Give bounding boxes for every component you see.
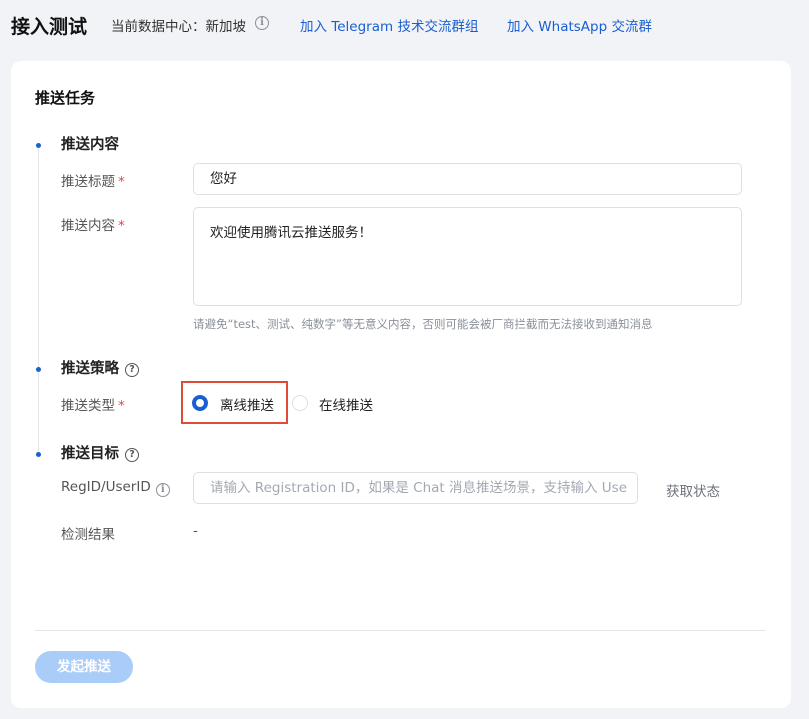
push-content-label-text: 推送内容 bbox=[61, 218, 115, 234]
result-value: - bbox=[193, 523, 198, 539]
section-title-target-text: 推送目标 bbox=[61, 446, 119, 462]
content-hint: 请避免“test、测试、纯数字”等无意义内容，否则可能会被厂商拦截而无法接收到通… bbox=[193, 317, 653, 331]
push-type-label-text: 推送类型 bbox=[61, 398, 115, 414]
section-title-strategy: 推送策略? bbox=[61, 357, 139, 378]
get-status-button[interactable]: 获取状态 bbox=[666, 480, 720, 500]
timeline-dot bbox=[36, 452, 41, 457]
radio-label-offline[interactable]: 离线推送 bbox=[220, 394, 274, 414]
info-icon[interactable]: i bbox=[255, 16, 269, 30]
required-mark: * bbox=[118, 174, 125, 190]
regid-label-text: RegID/UserID bbox=[61, 479, 151, 495]
card-title: 推送任务 bbox=[35, 89, 96, 107]
header: 接入测试 当前数据中心：新加坡 i 加入 Telegram 技术交流群组 加入 … bbox=[0, 0, 809, 50]
help-icon[interactable]: ? bbox=[125, 363, 139, 377]
push-content-textarea[interactable]: 欢迎使用腾讯云推送服务！ bbox=[193, 207, 742, 306]
regid-label: RegID/UserID i bbox=[61, 479, 170, 497]
help-icon[interactable]: ? bbox=[125, 448, 139, 462]
regid-input[interactable]: 请输入 Registration ID，如果是 Chat 消息推送场景，支持输入… bbox=[193, 472, 638, 504]
info-icon[interactable]: i bbox=[155, 483, 170, 497]
whatsapp-link[interactable]: 加入 WhatsApp 交流群 bbox=[507, 15, 652, 35]
push-title-label-text: 推送标题 bbox=[61, 174, 115, 190]
divider bbox=[35, 630, 766, 631]
timeline-dot bbox=[36, 367, 41, 372]
section-title-strategy-text: 推送策略 bbox=[61, 361, 119, 377]
required-mark: * bbox=[118, 398, 125, 414]
telegram-link[interactable]: 加入 Telegram 技术交流群组 bbox=[300, 15, 478, 35]
timeline-line bbox=[38, 145, 39, 457]
submit-push-button[interactable]: 发起推送 bbox=[35, 651, 133, 683]
section-title-content: 推送内容 bbox=[61, 137, 119, 153]
timeline-dot bbox=[36, 143, 41, 148]
result-label: 检测结果 bbox=[61, 527, 115, 543]
section-title-target: 推送目标? bbox=[61, 442, 139, 463]
push-task-card: 推送任务 推送内容 推送标题 * 您好 推送内容 * 欢迎使用腾讯云推送服务！ 请避… bbox=[11, 61, 791, 708]
radio-offline-push[interactable] bbox=[192, 395, 208, 411]
push-type-label: 推送类型 * bbox=[61, 394, 125, 414]
push-title-label: 推送标题 * bbox=[61, 170, 125, 190]
push-title-input[interactable]: 您好 bbox=[193, 163, 742, 195]
page-title: 接入测试 bbox=[11, 16, 88, 38]
datacenter-label: 当前数据中心：新加坡 bbox=[111, 19, 246, 35]
push-content-label: 推送内容 * bbox=[61, 214, 125, 234]
radio-label-online[interactable]: 在线推送 bbox=[319, 394, 373, 414]
required-mark: * bbox=[118, 218, 125, 234]
radio-online-push[interactable] bbox=[292, 395, 308, 411]
